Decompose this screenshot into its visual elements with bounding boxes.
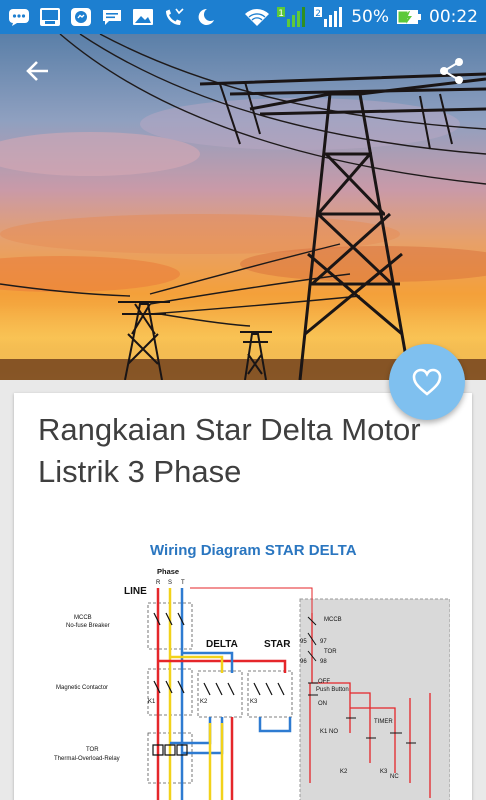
- ctrl-97: 97: [320, 639, 327, 645]
- battery-charging-icon: [396, 7, 422, 27]
- screen-share-icon: [39, 7, 61, 27]
- tor-sub: Thermal-Overload-Relay: [54, 756, 120, 762]
- ctrl-push-button: Push Button: [316, 687, 349, 693]
- delta-label: DELTA: [206, 639, 238, 650]
- hero-image: [0, 34, 486, 380]
- line-label: LINE: [124, 586, 147, 597]
- wiring-diagram-image: Wiring Diagram STAR DELTA Phase R S T LI…: [50, 533, 450, 800]
- mccb-sub: No-fuse Breaker: [66, 623, 110, 629]
- signal-sim2-icon: 2: [314, 7, 344, 27]
- ctrl-off: OFF: [318, 679, 330, 685]
- k3-label: K3: [250, 699, 258, 705]
- phase-s: S: [168, 580, 172, 586]
- missed-call-icon: [163, 7, 185, 27]
- signal-sim1-icon: 1: [277, 7, 307, 27]
- svg-text:1: 1: [278, 9, 284, 19]
- ctrl-no: NO: [329, 729, 338, 735]
- ctrl-k1: K1: [320, 729, 328, 735]
- status-bar: 1 2 50% 00:22: [0, 0, 486, 34]
- ctrl-98: 98: [320, 659, 327, 665]
- ctrl-timer: TIMER: [374, 719, 393, 725]
- article-card: Rangkaian Star Delta Motor Listrik 3 Pha…: [14, 393, 472, 800]
- ctrl-k2: K2: [340, 769, 348, 775]
- ctrl-mccb-label: MCCB: [324, 617, 342, 623]
- clock: 00:22: [429, 7, 478, 27]
- back-button[interactable]: [18, 51, 58, 91]
- diagram-title: Wiring Diagram STAR DELTA: [150, 542, 357, 559]
- phase-t: T: [181, 580, 185, 586]
- article-title: Rangkaian Star Delta Motor Listrik 3 Pha…: [38, 412, 421, 489]
- wifi-icon: [244, 7, 270, 27]
- svg-text:2: 2: [315, 9, 321, 19]
- star-label: STAR: [264, 639, 291, 650]
- battery-percent: 50%: [351, 7, 389, 27]
- phase-r: R: [156, 580, 161, 586]
- ctrl-on: ON: [318, 701, 327, 707]
- k2-label: K2: [200, 699, 208, 705]
- moon-icon: [194, 7, 216, 27]
- k1-label: K1: [148, 699, 156, 705]
- arrow-back-icon: [26, 61, 48, 81]
- share-icon: [440, 58, 463, 84]
- contactor-label: Magnetic Contactor: [56, 685, 108, 691]
- screen: 1 2 50% 00:22 Rangkaian Star Delta Motor…: [0, 0, 486, 800]
- phase-label: Phase: [157, 567, 179, 576]
- mccb-label: MCCB: [74, 615, 92, 621]
- favorite-button[interactable]: [389, 344, 465, 420]
- system-icons: 1 2 50% 00:22: [244, 7, 478, 27]
- image-icon: [132, 7, 154, 27]
- sms-icon: [101, 7, 123, 27]
- messenger-icon: [70, 7, 92, 27]
- tor-label: TOR: [86, 747, 99, 753]
- ctrl-95: 95: [300, 639, 307, 645]
- chat-bubble-icon: [8, 7, 30, 27]
- ctrl-nc: NC: [390, 774, 399, 780]
- ctrl-k3: K3: [380, 769, 388, 775]
- ctrl-tor-label: TOR: [324, 649, 337, 655]
- share-button[interactable]: [432, 51, 472, 91]
- ctrl-96: 96: [300, 659, 307, 665]
- notification-icons: [8, 7, 216, 27]
- heart-outline-icon: [412, 368, 442, 396]
